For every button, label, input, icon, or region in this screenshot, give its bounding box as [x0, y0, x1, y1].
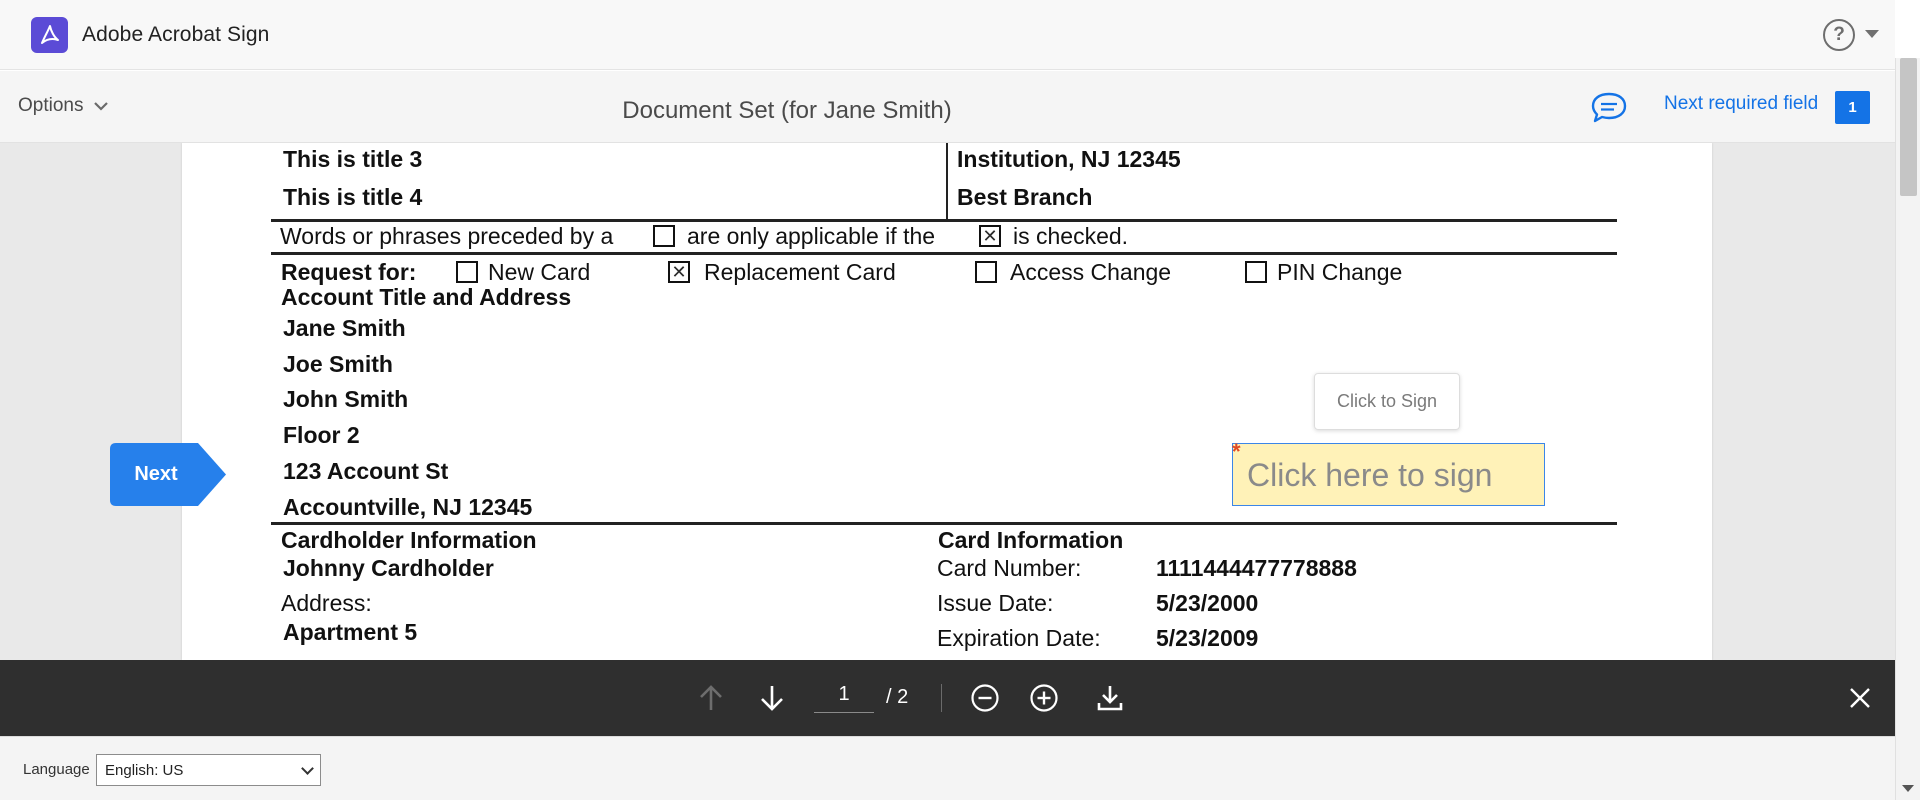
account-line: Accountville, NJ 12345: [283, 494, 533, 520]
request-option-label: New Card: [488, 259, 591, 285]
note-checkbox-empty: [653, 225, 675, 247]
help-icon[interactable]: ?: [1823, 19, 1855, 51]
access-change-checkbox: [975, 261, 997, 283]
page-number-input[interactable]: [814, 677, 874, 713]
document-title: Document Set (for Jane Smith): [622, 97, 952, 124]
toolbar-divider: [941, 684, 942, 712]
header-divider: [946, 143, 948, 219]
expiration-date-label: Expiration Date:: [937, 625, 1101, 651]
acrobat-logo-icon: [31, 17, 68, 53]
document-toolbar: Options Document Set (for Jane Smith) Ne…: [0, 71, 1895, 143]
arrow-down-icon: [761, 686, 783, 711]
expiration-date-value: 5/23/2009: [1156, 625, 1259, 651]
next-page-button[interactable]: [754, 680, 790, 716]
app-title: Adobe Acrobat Sign: [82, 23, 270, 46]
cardholder-name: Johnny Cardholder: [283, 555, 494, 581]
card-number-value: 1111444477778888: [1156, 555, 1357, 581]
issue-date-label: Issue Date:: [937, 590, 1054, 616]
footer: Language English: US: [0, 736, 1895, 800]
doc-title-4: This is title 4: [283, 184, 423, 210]
vertical-scrollbar[interactable]: [1895, 58, 1920, 800]
note-text-part2: are only applicable if the: [687, 223, 936, 249]
next-button-label: Next: [134, 463, 178, 485]
required-marker: *: [1232, 439, 1241, 464]
institution-text: Institution, NJ 12345: [957, 146, 1181, 172]
address-label: Address:: [281, 590, 372, 616]
click-to-sign-tooltip: Click to Sign: [1314, 373, 1460, 430]
request-option-label: Replacement Card: [704, 259, 896, 285]
issue-date-value: 5/23/2000: [1156, 590, 1259, 616]
document-viewport[interactable]: This is title 3 This is title 4 Institut…: [0, 143, 1895, 660]
scrollbar-thumb[interactable]: [1900, 58, 1917, 196]
previous-page-button[interactable]: [693, 680, 729, 716]
help-icon-glyph: ?: [1833, 24, 1845, 45]
divider-line: [271, 522, 1617, 525]
account-line: John Smith: [283, 386, 409, 412]
new-card-checkbox: [456, 261, 478, 283]
download-icon: [1097, 686, 1123, 711]
note-text-part3: is checked.: [1013, 223, 1129, 249]
branch-text: Best Branch: [957, 184, 1093, 210]
card-number-label: Card Number:: [937, 555, 1082, 581]
card-info-heading: Card Information: [938, 527, 1124, 553]
signature-field-placeholder: Click here to sign: [1247, 457, 1493, 493]
language-selected-value: English: US: [105, 762, 184, 779]
document-page: This is title 3 This is title 4 Institut…: [182, 143, 1712, 660]
account-line: 123 Account St: [283, 458, 449, 484]
next-required-field-link[interactable]: Next required field: [1664, 93, 1818, 115]
zoom-in-icon: [1030, 684, 1058, 712]
doc-title-3: This is title 3: [283, 146, 423, 172]
divider-line: [271, 219, 1617, 222]
language-select[interactable]: English: US: [96, 754, 321, 786]
account-line: Floor 2: [283, 422, 360, 448]
page-navigation-toolbar: / 2: [0, 660, 1895, 736]
comment-icon[interactable]: [1590, 91, 1628, 125]
arrow-up-icon: [700, 685, 722, 710]
request-label: Request for:: [281, 259, 417, 285]
request-option-label: PIN Change: [1277, 259, 1403, 285]
app-header: Adobe Acrobat Sign ?: [0, 0, 1895, 70]
next-field-button[interactable]: Next: [110, 443, 226, 506]
language-label: Language: [23, 761, 90, 778]
replacement-card-checkbox: ✕: [668, 261, 690, 283]
required-field-count-badge[interactable]: 1: [1835, 91, 1870, 124]
account-line: Joe Smith: [283, 351, 393, 377]
account-line: Jane Smith: [283, 315, 406, 341]
account-heading: Account Title and Address: [281, 284, 572, 310]
chevron-down-icon: [301, 762, 314, 775]
close-icon: [1850, 688, 1870, 708]
close-viewer-button[interactable]: [1842, 680, 1878, 716]
signature-field[interactable]: Click here to sign: [1232, 443, 1545, 506]
page-total: / 2: [886, 686, 909, 708]
zoom-out-button[interactable]: [967, 680, 1003, 716]
request-option-label: Access Change: [1010, 259, 1172, 285]
note-text-part1: Words or phrases preceded by a: [280, 223, 614, 249]
note-checkbox-checked: ✕: [979, 225, 1001, 247]
download-button[interactable]: [1092, 680, 1128, 716]
cardholder-heading: Cardholder Information: [281, 527, 537, 553]
pin-change-checkbox: [1245, 261, 1267, 283]
address-line: Apartment 5: [283, 619, 418, 645]
scroll-down-arrow-icon[interactable]: [1902, 785, 1914, 792]
divider-line: [271, 252, 1617, 255]
zoom-out-icon: [971, 684, 999, 712]
zoom-in-button[interactable]: [1026, 680, 1062, 716]
help-menu-chevron-icon[interactable]: [1865, 30, 1879, 38]
